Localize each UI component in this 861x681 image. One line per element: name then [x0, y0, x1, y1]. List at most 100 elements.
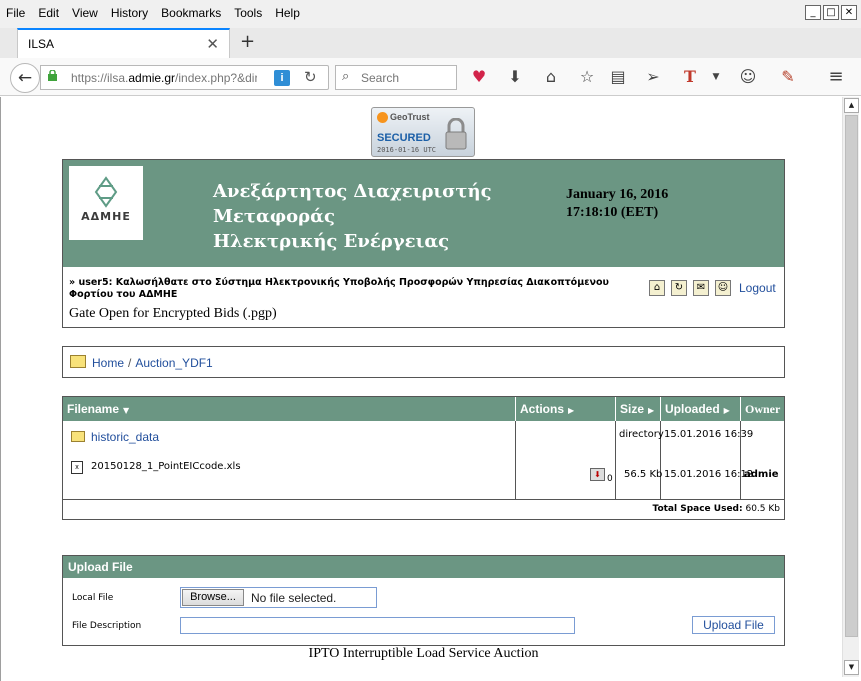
- tab-strip: ILSA ✕ +: [0, 28, 861, 58]
- upload-file-button[interactable]: Upload File: [692, 616, 775, 634]
- back-arrow-icon[interactable]: ←: [10, 63, 40, 93]
- upload-title: Upload File: [63, 556, 784, 578]
- folder-up-icon[interactable]: [70, 355, 86, 368]
- geotrust-date: 2016-01-16 UTC: [377, 146, 437, 154]
- breadcrumb-links: Home / Auction_YDF1: [92, 356, 213, 370]
- breadcrumb: Home / Auction_YDF1: [62, 346, 785, 378]
- maximize-button[interactable]: □: [823, 5, 839, 20]
- browse-button[interactable]: Browse...: [182, 589, 244, 606]
- page-footer: IPTO Interruptible Load Service Auction: [308, 646, 539, 661]
- upload-section: Upload File Local File Browse... No file…: [62, 555, 785, 646]
- geotrust-secured: SECURED: [377, 132, 431, 144]
- search-input[interactable]: [359, 69, 453, 86]
- search-icon: ⌕: [342, 69, 350, 84]
- col-divider: [615, 421, 616, 499]
- home-page-icon[interactable]: ⌂: [649, 280, 665, 296]
- menu-tools[interactable]: Tools: [234, 6, 262, 20]
- row-size: 56.5 Kb: [624, 469, 663, 480]
- site-title-line1: Ανεξάρτητος Διαχειριστής Μεταφοράς: [213, 181, 492, 227]
- logo-text: ΑΔΜΗΕ: [81, 210, 131, 223]
- col-uploaded[interactable]: Uploaded ▶: [661, 397, 741, 421]
- close-window-button[interactable]: ✕: [841, 5, 857, 20]
- inbox-icon[interactable]: ✉: [693, 280, 709, 296]
- close-tab-icon[interactable]: ✕: [206, 35, 219, 53]
- folder-icon: [71, 431, 85, 442]
- breadcrumb-home-link[interactable]: Home: [92, 356, 124, 370]
- file-status: No file selected.: [251, 591, 337, 605]
- server-datetime: January 16, 2016 17:18:10 (EET): [566, 186, 668, 222]
- reading-list-icon[interactable]: ▤: [607, 66, 629, 88]
- sort-icon: ▶: [568, 406, 575, 415]
- new-tab-icon[interactable]: +: [240, 31, 255, 52]
- excel-file-icon: x: [71, 461, 83, 474]
- url-text: https://ilsa.admie.gr/index.php?&dire: [71, 71, 257, 85]
- menu-help[interactable]: Help: [275, 6, 300, 20]
- col-actions[interactable]: Actions ▶: [516, 397, 616, 421]
- site-title: Ανεξάρτητος Διαχειριστής Μεταφοράς Ηλεκτ…: [213, 179, 573, 254]
- col-filename[interactable]: Filename ▼: [63, 397, 516, 421]
- total-space-used: Total Space Used: 60.5 Kb: [652, 504, 781, 514]
- gate-status: Gate Open for Encrypted Bids (.pgp): [69, 306, 277, 321]
- download-count: 0: [607, 474, 613, 484]
- search-bar[interactable]: ⌕: [335, 65, 457, 90]
- file-table: Filename ▼ Actions ▶ Size ▶ Uploaded ▶ Owner…: [62, 396, 785, 520]
- local-file-input[interactable]: Browse... No file selected.: [180, 587, 377, 608]
- home-icon[interactable]: ⌂: [540, 66, 562, 88]
- geotrust-logo: GeoTrust: [377, 112, 430, 124]
- hamburger-menu-icon[interactable]: ≡: [825, 66, 847, 88]
- file-description-label: File Description: [72, 621, 142, 631]
- translate-icon[interactable]: T: [679, 66, 701, 88]
- row-uploaded: 15.01.2016 16:12: [664, 469, 754, 480]
- geotrust-seal[interactable]: GeoTrust SECURED 2016-01-16 UTC: [371, 107, 475, 157]
- file-description-input[interactable]: [180, 617, 575, 634]
- server-time: 17:18:10 (EET): [566, 205, 659, 220]
- vertical-scrollbar[interactable]: ▲ ▼: [842, 97, 859, 677]
- server-date: January 16, 2016: [566, 187, 669, 202]
- row-size: directory: [619, 429, 664, 440]
- site-header: ΑΔΜΗΕ Ανεξάρτητος Διαχειριστής Μεταφοράς…: [62, 159, 785, 328]
- table-divider: [63, 499, 784, 500]
- dropdown-arrow-icon[interactable]: ▼: [705, 66, 727, 88]
- extension-icon[interactable]: ✎: [777, 66, 799, 88]
- refresh-icon[interactable]: ↻: [671, 280, 687, 296]
- sort-desc-icon: ▼: [123, 406, 130, 415]
- menu-view[interactable]: View: [72, 6, 98, 20]
- welcome-message: » user5: Καλωσήλθατε στο Σύστημα Ηλεκτρο…: [69, 277, 609, 300]
- menu-bar: File Edit View History Bookmarks Tools H…: [0, 0, 861, 28]
- file-name-xls[interactable]: 20150128_1_PointEICcode.xls: [91, 461, 241, 472]
- row-owner: admie: [744, 469, 779, 480]
- scroll-thumb[interactable]: [845, 115, 858, 637]
- row-uploaded: 15.01.2016 16:39: [664, 429, 754, 440]
- menu-history[interactable]: History: [111, 6, 148, 20]
- downloads-icon[interactable]: ⬇: [504, 66, 526, 88]
- padlock-icon: [445, 118, 467, 150]
- scroll-up-icon[interactable]: ▲: [844, 98, 859, 113]
- url-bar[interactable]: https://ilsa.admie.gr/index.php?&dire i …: [40, 65, 329, 90]
- folder-link-historic-data[interactable]: historic_data: [91, 430, 159, 444]
- admie-emblem-icon: [94, 176, 118, 208]
- pocket-icon[interactable]: ♥: [468, 66, 490, 88]
- info-icon[interactable]: i: [274, 70, 290, 86]
- menu-bookmarks[interactable]: Bookmarks: [161, 6, 221, 20]
- site-title-line2: Ηλεκτρικής Ενέργειας: [213, 231, 450, 252]
- tab-title: ILSA: [28, 37, 55, 51]
- menu-edit[interactable]: Edit: [38, 6, 59, 20]
- tab-ilsa[interactable]: ILSA ✕: [17, 28, 230, 58]
- scroll-down-icon[interactable]: ▼: [844, 660, 859, 675]
- sort-icon: ▶: [723, 406, 730, 415]
- breadcrumb-separator: /: [128, 356, 132, 370]
- menu-file[interactable]: File: [6, 6, 25, 20]
- bookmark-star-icon[interactable]: ☆: [576, 66, 598, 88]
- reload-icon[interactable]: ↻: [304, 68, 317, 86]
- send-icon[interactable]: ➢: [642, 66, 664, 88]
- col-size[interactable]: Size ▶: [616, 397, 661, 421]
- minimize-button[interactable]: _: [805, 5, 821, 20]
- download-icon[interactable]: ⬇: [590, 468, 605, 481]
- file-table-header: Filename ▼ Actions ▶ Size ▶ Uploaded ▶ Owner: [63, 397, 784, 421]
- smiley-icon[interactable]: ☺: [737, 66, 759, 88]
- breadcrumb-current-link[interactable]: Auction_YDF1: [135, 356, 212, 370]
- sort-icon: ▶: [648, 406, 655, 415]
- logout-link[interactable]: Logout: [739, 281, 776, 295]
- user-profile-icon[interactable]: ☺: [715, 280, 731, 296]
- col-owner: Owner: [745, 402, 781, 416]
